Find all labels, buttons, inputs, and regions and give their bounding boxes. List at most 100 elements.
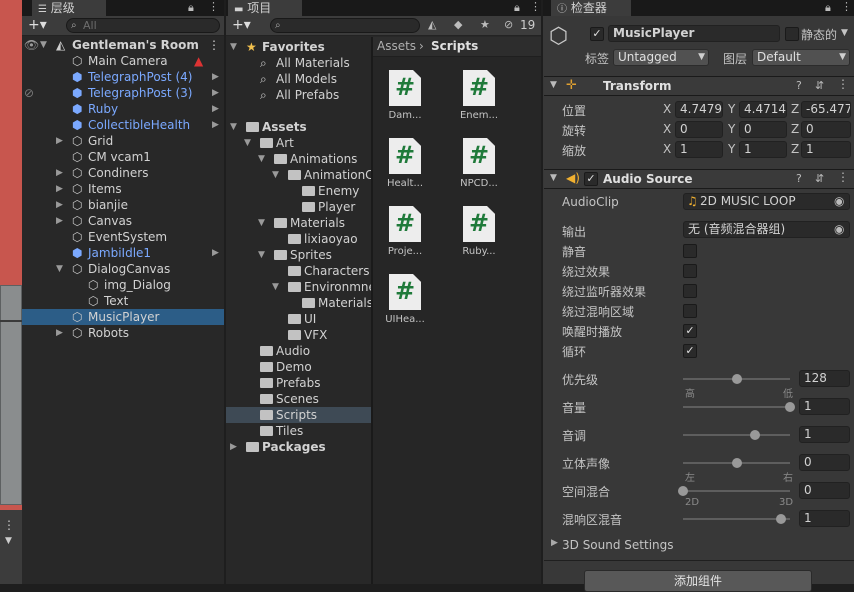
slider-value-input[interactable]: 1 [799, 398, 850, 415]
add-component-button[interactable]: 添加组件 [584, 570, 812, 592]
chevron-down-icon[interactable]: ▼ [40, 37, 47, 53]
project-tree-item[interactable]: Audio [226, 343, 371, 359]
add-icon[interactable]: +▾ [232, 17, 251, 33]
tab-inspector[interactable]: ⓘ 检查器 [551, 0, 631, 16]
output-field[interactable]: 无 (音频混合器组) ◉ [683, 221, 850, 238]
active-checkbox[interactable]: ✓ [590, 27, 604, 41]
chevron-down-icon[interactable]: ▼ [272, 167, 279, 183]
hidden-eye-icon[interactable]: ⊘ [504, 18, 513, 31]
toggle-checkbox[interactable]: ✓ [683, 344, 697, 358]
project-tree-item[interactable]: lixiaoyao [226, 231, 371, 247]
script-file-label[interactable]: Proje... [375, 246, 435, 257]
scene-view-strip[interactable]: ⋮ ▼ [0, 0, 22, 584]
hierarchy-item[interactable]: ⬡ img_Dialog [22, 277, 224, 293]
script-file-label[interactable]: Healt... [375, 178, 435, 189]
chevron-right-icon[interactable]: ▶ [56, 133, 63, 149]
prefab-open-chevron-icon[interactable]: ▶ [212, 69, 219, 85]
project-search-input[interactable]: ⌕ [270, 18, 420, 33]
y-axis-label[interactable]: Y [728, 142, 735, 156]
hierarchy-item[interactable]: ▶ ⬡ Condiners [22, 165, 224, 181]
project-tree-item[interactable]: Tiles [226, 423, 371, 439]
breadcrumb-assets[interactable]: Assets [377, 39, 416, 53]
y-input[interactable]: 0 [739, 121, 787, 138]
chevron-down-icon[interactable]: ▼ [258, 247, 265, 263]
y-axis-label[interactable]: Y [728, 102, 735, 116]
layer-dropdown[interactable]: Default ▼ [752, 49, 850, 66]
csharp-script-icon[interactable]: # [389, 274, 421, 310]
z-axis-label[interactable]: Z [791, 102, 799, 116]
kebab-icon[interactable]: ⋮ [208, 37, 220, 53]
tab-hierarchy[interactable]: ☰ 层级 [32, 0, 106, 16]
tag-dropdown[interactable]: Untagged ▼ [613, 49, 709, 66]
slider-value-input[interactable]: 128 [799, 370, 850, 387]
slider-thumb[interactable] [785, 402, 795, 412]
slider-track[interactable] [683, 406, 790, 408]
script-file-label[interactable]: Ruby... [449, 246, 509, 257]
kebab-icon[interactable]: ⋮ [841, 0, 852, 13]
project-tree-item[interactable]: UI [226, 311, 371, 327]
object-name-input[interactable]: MusicPlayer [608, 25, 780, 42]
project-tree-item[interactable]: ▼ Animations [226, 151, 371, 167]
chevron-down-icon[interactable]: ▼ [230, 119, 237, 135]
project-tree-item[interactable]: Materials [226, 295, 373, 311]
slider-thumb[interactable] [749, 430, 760, 440]
slider-track[interactable] [683, 434, 790, 436]
hierarchy-item[interactable]: ⬡ EventSystem [22, 229, 224, 245]
project-tree-item[interactable]: ⌕ All Materials [226, 55, 371, 71]
csharp-script-icon[interactable]: # [463, 206, 495, 242]
hierarchy-item[interactable]: ⬡ MusicPlayer [22, 309, 224, 325]
prefab-open-chevron-icon[interactable]: ▶ [212, 245, 219, 261]
kebab-icon[interactable]: ⋮ [530, 0, 541, 13]
x-axis-label[interactable]: X [663, 142, 671, 156]
toggle-checkbox[interactable]: ✓ [683, 324, 697, 338]
slider-thumb[interactable] [731, 374, 742, 384]
z-input[interactable]: -65.477 [801, 101, 851, 118]
hierarchy-item[interactable]: ⬢ Ruby ▶ [22, 101, 224, 117]
hierarchy-search-input[interactable]: ⌕ All [66, 18, 220, 33]
project-tree-item[interactable]: Player [226, 199, 371, 215]
script-file-label[interactable]: UIHea... [375, 314, 435, 325]
project-tree-item[interactable]: Demo [226, 359, 371, 375]
breadcrumb-scripts[interactable]: Scripts [431, 39, 478, 53]
chevron-right-icon[interactable]: ▶ [56, 213, 63, 229]
add-icon[interactable]: +▾ [28, 17, 47, 33]
script-file-label[interactable]: Dam... [375, 110, 435, 121]
z-axis-label[interactable]: Z [791, 122, 799, 136]
csharp-script-icon[interactable]: # [389, 70, 421, 106]
kebab-icon[interactable]: ⋮ [208, 0, 219, 13]
object-picker-icon[interactable]: ◉ [834, 194, 844, 209]
chevron-right-icon[interactable]: ▶ [551, 538, 558, 548]
slider-value-input[interactable]: 0 [799, 482, 850, 499]
hierarchy-item[interactable]: ⬡ Text [22, 293, 224, 309]
gameobject-cube-icon[interactable]: ⬡ [549, 24, 575, 52]
chevron-down-icon[interactable]: ▼ [258, 151, 265, 167]
help-icon[interactable]: ? [796, 79, 802, 92]
chevron-down-icon[interactable]: ▼ [550, 173, 557, 183]
project-tree-item[interactable]: ▼ Sprites [226, 247, 371, 263]
static-checkbox[interactable] [785, 27, 799, 41]
audioclip-field[interactable]: ♫ 2D MUSIC LOOP ◉ [683, 193, 850, 210]
kebab-icon[interactable]: ⋮ [837, 170, 849, 184]
y-input[interactable]: 4.47146 [739, 101, 787, 118]
slider-track[interactable] [683, 490, 790, 492]
chevron-down-icon[interactable]: ▼ [56, 261, 63, 277]
hierarchy-item[interactable]: ⬢ CollectibleHealth ▶ [22, 117, 224, 133]
chevron-down-icon[interactable]: ▼ [244, 135, 251, 151]
z-input[interactable]: 0 [801, 121, 851, 138]
project-tree-item[interactable]: ▼ Assets [226, 119, 371, 135]
slider-thumb[interactable] [678, 486, 688, 496]
tab-project[interactable]: ▬ 项目 [228, 0, 302, 16]
hierarchy-item[interactable]: ▶ ⬡ Robots [22, 325, 224, 341]
project-tree-item[interactable]: ⌕ All Models [226, 71, 371, 87]
chevron-right-icon[interactable]: ▶ [230, 439, 237, 455]
toggle-checkbox[interactable] [683, 284, 697, 298]
project-tree-item[interactable]: ▶ Packages [226, 439, 371, 455]
lock-icon[interactable]: 🔒︎ [188, 1, 194, 15]
kebab-icon[interactable]: ⋮ [837, 77, 849, 91]
script-file-label[interactable]: NPCD... [449, 178, 509, 189]
lock-icon[interactable]: 🔒︎ [825, 1, 831, 15]
y-input[interactable]: 1 [739, 141, 787, 158]
x-input[interactable]: 1 [675, 141, 723, 158]
slider-thumb[interactable] [731, 458, 742, 468]
preset-icon[interactable]: ⇵ [815, 79, 824, 92]
